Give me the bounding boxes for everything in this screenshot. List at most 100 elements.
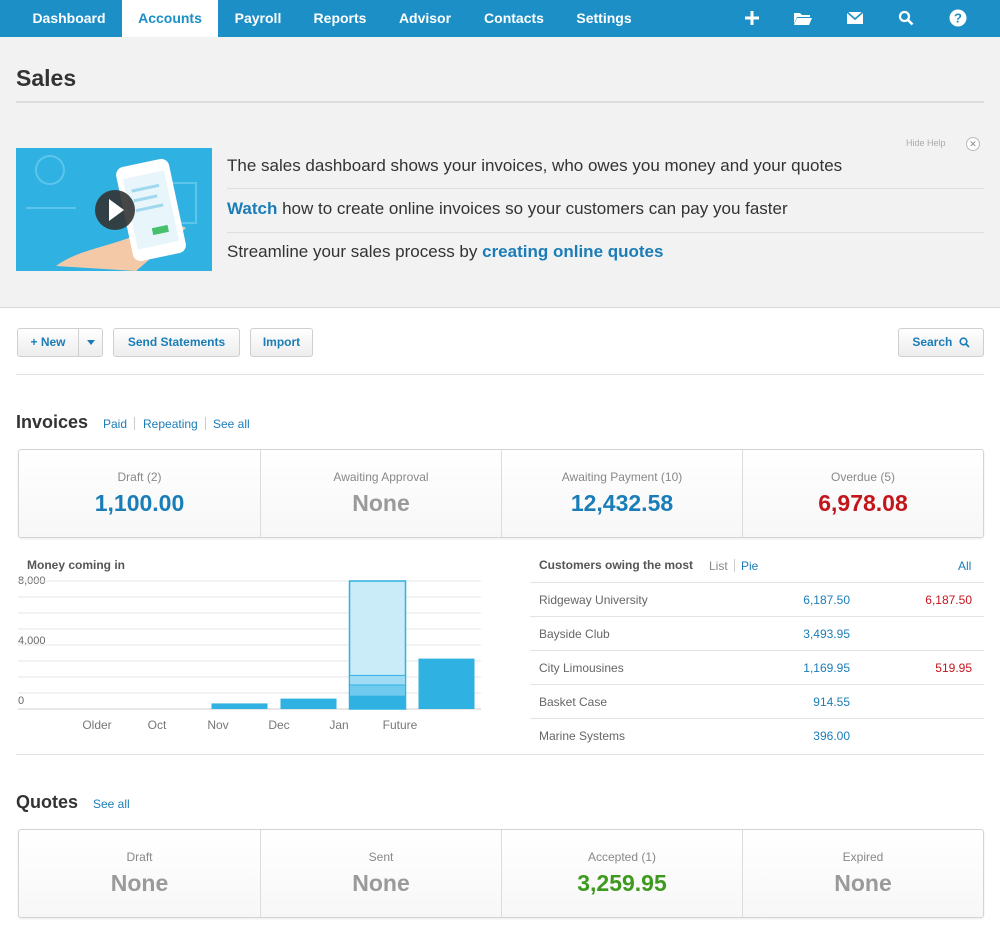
stat-value: None — [352, 490, 410, 516]
invoice-awaiting-approval-tile[interactable]: Awaiting Approval None — [261, 450, 501, 537]
help-icon[interactable]: ? — [946, 6, 970, 30]
title-divider — [16, 101, 984, 103]
customer-row[interactable]: Marine Systems 396.00 — [530, 718, 984, 752]
search-button-label: Search — [912, 335, 953, 349]
customers-owing-title: Customers owing the most — [539, 558, 694, 572]
help-line-watch-text: how to create online invoices so your cu… — [277, 199, 788, 218]
plus-icon[interactable] — [740, 6, 764, 30]
invoices-repeating-link[interactable]: Repeating — [143, 417, 198, 431]
stat-label: Expired — [842, 850, 884, 864]
money-coming-in-chart — [18, 580, 481, 710]
customer-amount: 914.55 — [813, 695, 850, 709]
search-button[interactable]: Search — [898, 328, 984, 357]
help-video-thumbnail[interactable] — [16, 148, 212, 271]
x-tick-label: Oct — [147, 718, 167, 732]
mail-icon[interactable] — [843, 6, 867, 30]
quote-sent-tile[interactable]: Sent None — [261, 830, 501, 917]
watch-link[interactable]: Watch — [227, 199, 277, 218]
help-line-quotes: Streamline your sales process by creatin… — [227, 242, 663, 262]
nav-tab-advisor[interactable]: Advisor — [386, 0, 464, 37]
nav-tab-dashboard[interactable]: Dashboard — [16, 0, 122, 37]
page-title: Sales — [16, 65, 77, 91]
search-icon[interactable] — [894, 6, 918, 30]
help-divider — [227, 232, 984, 233]
section-divider — [16, 754, 984, 755]
stat-value: 12,432.58 — [570, 490, 674, 516]
nav-tab-contacts[interactable]: Contacts — [470, 0, 558, 37]
customer-name: Basket Case — [539, 695, 608, 709]
invoice-overdue-tile[interactable]: Overdue (5) 6,978.08 — [743, 450, 983, 537]
customer-amount: 396.00 — [813, 729, 850, 743]
search-icon — [959, 337, 970, 348]
customer-name: City Limousines — [539, 661, 624, 675]
new-button[interactable]: + New — [17, 328, 79, 357]
invoice-summary: Draft (2) 1,100.00 Awaiting Approval Non… — [18, 449, 984, 538]
new-dropdown-button[interactable] — [78, 328, 103, 357]
stat-label: Accepted (1) — [587, 850, 657, 864]
customer-amount: 1,169.95 — [803, 661, 850, 675]
quote-draft-tile[interactable]: Draft None — [19, 830, 260, 917]
chart-bar — [211, 703, 268, 709]
help-panel: Sales Hide Help ✕ The sales dashboard sh… — [0, 37, 1000, 308]
invoice-awaiting-payment-tile[interactable]: Awaiting Payment (10) 12,432.58 — [502, 450, 742, 537]
top-navigation: Dashboard Accounts Payroll Reports Advis… — [0, 0, 1000, 37]
invoices-title: Invoices — [16, 412, 89, 432]
nav-tab-accounts[interactable]: Accounts — [122, 0, 218, 37]
quote-summary: Draft None Sent None Accepted (1) 3,259.… — [18, 829, 984, 918]
send-statements-button[interactable]: Send Statements — [113, 328, 240, 357]
quotes-title: Quotes — [16, 792, 79, 812]
quote-accepted-tile[interactable]: Accepted (1) 3,259.95 — [502, 830, 742, 917]
stat-label: Awaiting Payment (10) — [561, 470, 683, 484]
stat-label: Draft — [126, 850, 153, 864]
help-line-dashboard: The sales dashboard shows your invoices,… — [227, 156, 843, 175]
help-line-quotes-text: Streamline your sales process by — [227, 242, 483, 261]
quotes-see-all-link[interactable]: See all — [93, 797, 130, 811]
customer-row[interactable]: Basket Case 914.55 — [530, 684, 984, 718]
invoices-paid-link[interactable]: Paid — [103, 417, 127, 431]
close-icon[interactable]: ✕ — [966, 137, 980, 151]
svg-text:?: ? — [954, 11, 962, 26]
import-button[interactable]: Import — [250, 328, 313, 357]
toolbar-divider — [16, 374, 984, 375]
customers-all-link[interactable]: All — [958, 559, 971, 573]
invoices-see-all-link[interactable]: See all — [213, 417, 250, 431]
nav-tab-payroll[interactable]: Payroll — [220, 0, 296, 37]
customer-overdue: 519.95 — [935, 661, 972, 675]
nav-tab-reports[interactable]: Reports — [300, 0, 380, 37]
chart-bar-segment — [349, 684, 406, 697]
customer-row[interactable]: City Limousines 1,169.95 519.95 — [530, 650, 984, 684]
chart-bar — [418, 658, 475, 709]
help-divider — [227, 188, 984, 189]
chevron-down-icon — [86, 340, 95, 346]
x-tick-label: Dec — [268, 718, 290, 732]
link-separator — [134, 417, 135, 430]
link-separator — [734, 559, 735, 572]
stat-value: None — [834, 870, 892, 896]
customers-list-link[interactable]: List — [709, 559, 728, 573]
folder-icon[interactable] — [791, 6, 815, 30]
nav-tab-settings[interactable]: Settings — [564, 0, 644, 37]
hide-help-link[interactable]: Hide Help — [906, 138, 946, 148]
customer-name: Marine Systems — [539, 729, 626, 743]
stat-label: Sent — [368, 850, 394, 864]
customer-row[interactable]: Ridgeway University 6,187.50 6,187.50 — [530, 582, 984, 616]
chart-bar — [280, 698, 337, 709]
customer-overdue: 6,187.50 — [925, 593, 972, 607]
link-separator — [205, 417, 206, 430]
stat-value: None — [352, 870, 410, 896]
stat-label: Draft (2) — [117, 470, 162, 484]
invoice-draft-tile[interactable]: Draft (2) 1,100.00 — [19, 450, 260, 537]
customer-name: Bayside Club — [539, 627, 610, 641]
x-tick-label: Future — [382, 718, 418, 732]
chart-bar-segment — [349, 674, 406, 686]
quote-expired-tile[interactable]: Expired None — [743, 830, 983, 917]
stat-value: 6,978.08 — [818, 490, 908, 516]
customers-pie-link[interactable]: Pie — [741, 559, 758, 573]
customer-row[interactable]: Bayside Club 3,493.95 — [530, 616, 984, 650]
stat-value: None — [110, 870, 169, 896]
chart-bar-segment — [349, 695, 406, 710]
customer-name: Ridgeway University — [539, 593, 648, 607]
creating-online-quotes-link[interactable]: creating online quotes — [482, 242, 663, 261]
stat-label: Overdue (5) — [830, 470, 896, 484]
help-line-watch: Watch how to create online invoices so y… — [227, 199, 788, 219]
